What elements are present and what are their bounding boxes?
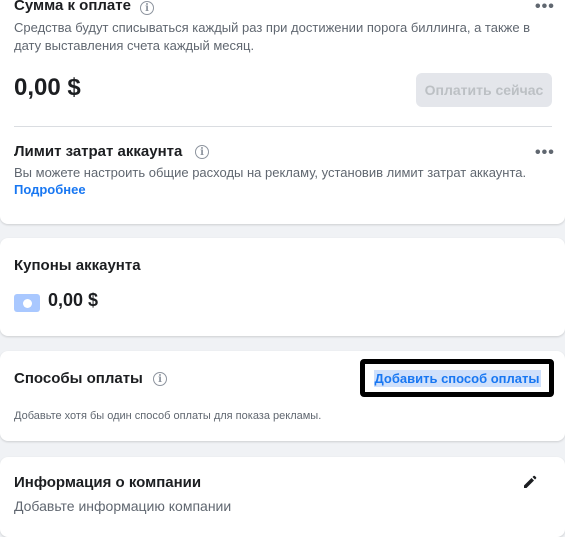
company-info-description: Добавьте информацию компании (14, 498, 232, 514)
pay-now-button[interactable]: Оплатить сейчас (416, 73, 552, 107)
company-info-title: Информация о компании (14, 474, 202, 491)
payment-methods-description: Добавьте хотя бы один способ оплаты для … (14, 410, 322, 422)
coupon-icon (14, 294, 40, 312)
billing-card: Сумма к оплате i ••• Средства будут спис… (0, 0, 565, 224)
payment-methods-card: Способы оплаты i Добавить способ оплаты … (0, 351, 565, 441)
more-options-icon[interactable]: ••• (535, 0, 555, 15)
spending-limit-title: Лимит затрат аккаунта (14, 143, 183, 160)
pencil-icon[interactable] (522, 474, 538, 490)
learn-more-link[interactable]: Подробнее (14, 182, 86, 197)
coupons-amount: 0,00 $ (48, 290, 99, 310)
divider (14, 126, 552, 127)
payment-due-title: Сумма к оплате (14, 0, 131, 14)
coupons-card: Купоны аккаунта 0,00 $ (0, 238, 565, 336)
info-icon[interactable]: i (195, 145, 209, 159)
coupons-title: Купоны аккаунта (14, 257, 141, 274)
payment-due-description-line2: дату выставления счета каждый месяц. (14, 38, 255, 53)
info-icon[interactable]: i (140, 1, 154, 15)
payment-due-amount: 0,00 $ (14, 74, 81, 101)
payment-due-description-line1: Средства будут списываться каждый раз пр… (14, 20, 531, 35)
spending-limit-description: Вы можете настроить общие расходы на рек… (14, 165, 527, 180)
more-options-icon[interactable]: ••• (535, 145, 555, 161)
add-payment-method-button[interactable]: Добавить способ оплаты (360, 359, 554, 397)
company-info-card: Информация о компании Добавьте информаци… (0, 457, 565, 537)
payment-methods-title: Способы оплаты (14, 370, 143, 387)
add-payment-method-label[interactable]: Добавить способ оплаты (373, 369, 541, 387)
info-icon[interactable]: i (153, 372, 167, 386)
